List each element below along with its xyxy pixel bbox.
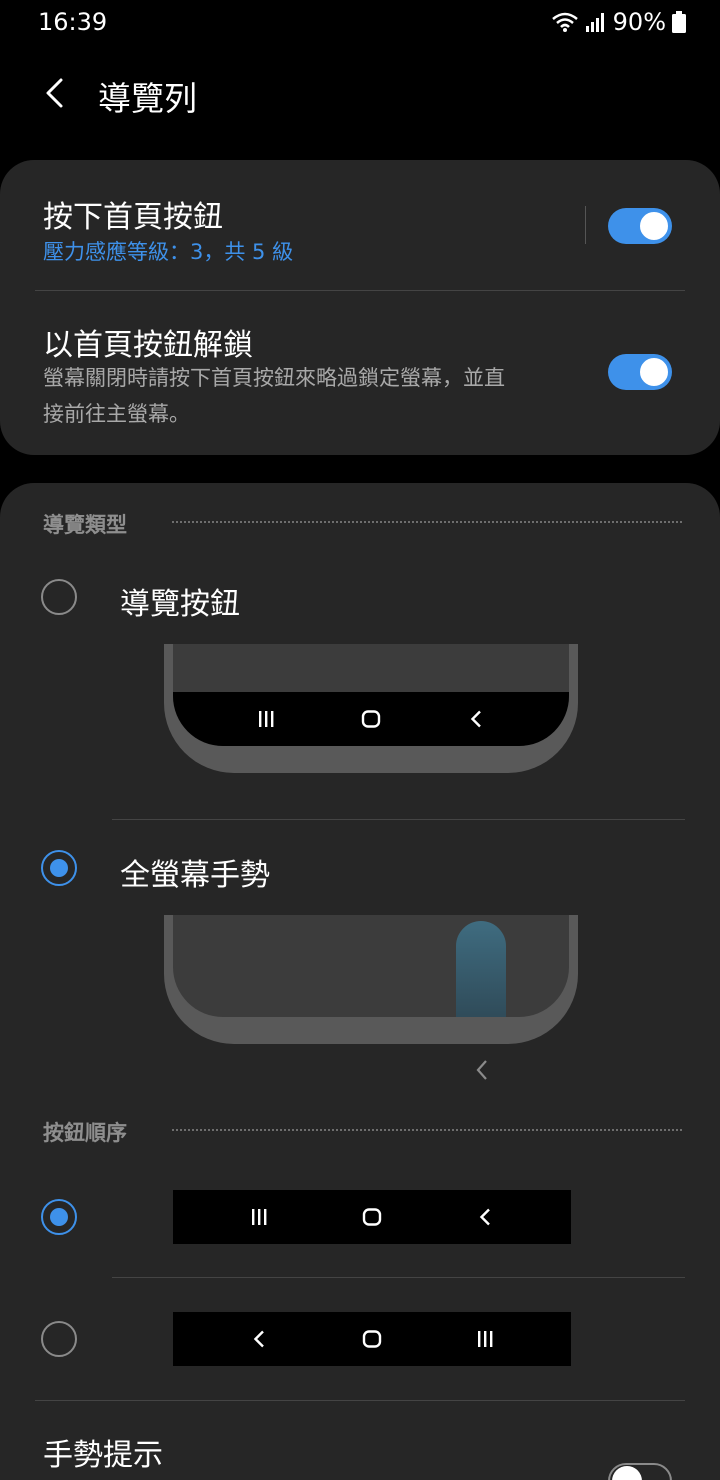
- order-option-2-radio[interactable]: [41, 1321, 77, 1357]
- home-button-toggle[interactable]: [608, 208, 672, 244]
- preview-navbar: [173, 692, 569, 746]
- back-icon: [239, 1324, 279, 1354]
- section-dots: [172, 521, 682, 523]
- divider: [35, 1400, 685, 1401]
- status-time: 16:39: [38, 8, 108, 36]
- navigation-card: 導覽類型 導覽按鈕 全螢幕手勢 按鈕順序 手勢提示: [0, 483, 720, 1480]
- order-option-2-preview[interactable]: [173, 1312, 571, 1366]
- order-option-1-radio[interactable]: [41, 1199, 77, 1235]
- back-icon: [456, 704, 496, 734]
- recents-icon: [239, 1202, 279, 1232]
- home-button-card: 按下首頁按鈕 壓力感應等級：3，共 5 級 以首頁按鈕解鎖 螢幕關閉時請按下首頁…: [0, 160, 720, 455]
- status-icons: 90%: [551, 8, 686, 36]
- order-option-1-preview[interactable]: [173, 1190, 571, 1244]
- gestures-preview[interactable]: [164, 915, 578, 1044]
- battery-percent: 90%: [612, 8, 666, 36]
- home-icon: [351, 704, 391, 734]
- nav-buttons-preview[interactable]: [164, 644, 578, 773]
- unlock-home-toggle[interactable]: [608, 354, 672, 390]
- divider: [35, 290, 685, 291]
- recents-icon: [465, 1324, 505, 1354]
- chevron-left-icon: [46, 78, 63, 108]
- page-title: 導覽列: [98, 79, 197, 118]
- button-order-header: 按鈕順序: [43, 1121, 127, 1145]
- divider: [112, 819, 685, 820]
- battery-icon: [672, 11, 686, 33]
- wifi-icon: [551, 11, 579, 33]
- recents-icon: [246, 704, 286, 734]
- signal-icon: [585, 11, 607, 33]
- unlock-home-title: 以首頁按鈕解鎖: [43, 328, 253, 363]
- home-icon: [352, 1324, 392, 1354]
- gestures-label[interactable]: 全螢幕手勢: [120, 850, 270, 894]
- divider: [112, 1277, 685, 1278]
- unlock-home-description-line2: 接前往主螢幕。: [43, 402, 190, 426]
- section-dots: [172, 1129, 682, 1131]
- gesture-hints-title[interactable]: 手勢提示: [43, 1430, 163, 1474]
- nav-buttons-label[interactable]: 導覽按鈕: [120, 579, 240, 623]
- unlock-home-description-line1: 螢幕關閉時請按下首頁按鈕來略過鎖定螢幕，並直: [43, 366, 505, 390]
- home-button-subtitle: 壓力感應等級：3，共 5 級: [43, 240, 294, 264]
- app-bar: 導覽列: [0, 60, 720, 126]
- home-button-title: 按下首頁按鈕: [43, 200, 223, 235]
- chevron-left-icon: [474, 1059, 490, 1085]
- status-bar: 16:39 90%: [0, 0, 720, 44]
- gesture-swipe-indicator: [456, 921, 506, 1017]
- back-icon: [465, 1202, 505, 1232]
- navigation-type-header: 導覽類型: [43, 513, 127, 537]
- home-icon: [352, 1202, 392, 1232]
- gesture-hints-toggle[interactable]: [608, 1463, 672, 1480]
- nav-buttons-radio[interactable]: [41, 579, 77, 615]
- vertical-divider: [585, 206, 586, 244]
- back-button[interactable]: [30, 68, 80, 118]
- gestures-radio[interactable]: [41, 850, 77, 886]
